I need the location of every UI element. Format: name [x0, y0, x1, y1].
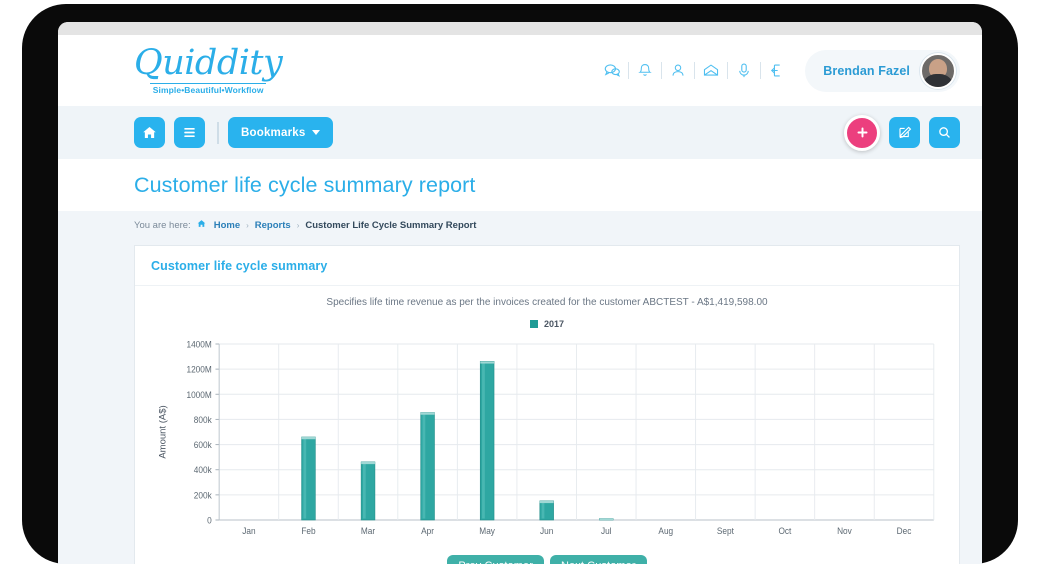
svg-text:May: May	[479, 526, 495, 536]
app-header: Quiddity Simple•Beautiful•Workflow Brend…	[58, 35, 982, 106]
bar-chart: 0 200k 400k 600k 800k 1000M 1200M 1400M Jan Feb Ma…	[151, 336, 943, 546]
microphone-icon[interactable]	[728, 58, 760, 84]
page-title: Customer life cycle summary report	[134, 173, 476, 197]
svg-text:1200M: 1200M	[186, 364, 211, 374]
svg-text:400k: 400k	[194, 465, 213, 475]
bell-icon[interactable]	[629, 58, 661, 84]
browser-screen: Quiddity Simple•Beautiful•Workflow Brend…	[58, 22, 982, 564]
breadcrumb-item-current: Customer Life Cycle Summary Report	[305, 219, 477, 231]
breadcrumb: You are here: Home › Reports › Customer …	[58, 211, 982, 239]
svg-text:Dec: Dec	[897, 526, 912, 536]
toolbar-right	[844, 114, 960, 151]
avatar	[920, 52, 956, 89]
logo-tagline: Simple•Beautiful•Workflow	[152, 85, 264, 95]
content-area: Customer life cycle summary Specifies li…	[58, 239, 982, 564]
avatar-body	[922, 73, 954, 87]
legend-swatch-2017	[529, 320, 538, 328]
breadcrumb-prefix: You are here:	[134, 219, 191, 231]
user-icon[interactable]	[662, 58, 694, 84]
logout-icon[interactable]	[761, 58, 793, 84]
panel-title: Customer life cycle summary	[151, 259, 328, 273]
chart-footer: Prev Customer Next Customer	[151, 555, 943, 564]
bar-chart-canvas: 0 200k 400k 600k 800k 1000M 1200M 1400M Jan Feb Ma…	[158, 339, 935, 536]
breadcrumb-item-reports[interactable]: Reports	[255, 220, 291, 231]
svg-text:1000M: 1000M	[186, 389, 211, 399]
svg-text:200k: 200k	[194, 490, 213, 500]
search-button[interactable]	[929, 117, 960, 148]
user-name-label: Brendan Fazel	[823, 63, 910, 78]
svg-text:Sept: Sept	[717, 526, 735, 536]
chart-subtitle: Specifies life time revenue as per the i…	[326, 297, 768, 308]
panel-header: Customer life cycle summary	[135, 246, 959, 286]
svg-text:Jun: Jun	[540, 526, 554, 536]
svg-text:Jul: Jul	[601, 526, 612, 536]
bookmarks-dropdown[interactable]: Bookmarks	[228, 117, 334, 148]
next-customer-button[interactable]: Next Customer	[550, 555, 647, 564]
chevron-down-icon	[312, 130, 321, 135]
brand-logo[interactable]: Quiddity Simple•Beautiful•Workflow	[134, 43, 283, 96]
report-panel: Customer life cycle summary Specifies li…	[134, 245, 960, 564]
logo-underline	[150, 83, 267, 84]
breadcrumb-item-home[interactable]: Home	[214, 220, 240, 231]
prev-customer-button[interactable]: Prev Customer	[447, 555, 544, 564]
svg-text:Nov: Nov	[837, 526, 852, 536]
toolbar: Bookmarks	[58, 106, 982, 159]
svg-text:Amount (A$): Amount (A$)	[158, 405, 168, 458]
panel-body: Specifies life time revenue as per the i…	[135, 286, 959, 564]
svg-text:600k: 600k	[194, 440, 213, 450]
svg-text:Aug: Aug	[658, 526, 673, 536]
svg-text:0: 0	[207, 515, 212, 525]
svg-text:Mar: Mar	[361, 526, 375, 536]
svg-text:Feb: Feb	[301, 526, 315, 536]
chart-legend: 2017	[151, 319, 943, 329]
home-button[interactable]	[134, 117, 165, 148]
header-icon-bar	[596, 58, 793, 84]
svg-text:1400M: 1400M	[186, 339, 211, 349]
home-icon	[197, 219, 206, 231]
menu-button[interactable]	[174, 117, 205, 148]
toolbar-divider	[217, 121, 219, 144]
svg-text:Oct: Oct	[778, 526, 791, 536]
envelope-icon[interactable]	[695, 58, 727, 84]
legend-label-2017: 2017	[543, 319, 565, 329]
user-menu[interactable]: Brendan Fazel	[805, 49, 960, 92]
header-right-cluster: Brendan Fazel	[596, 49, 960, 92]
edit-button[interactable]	[889, 117, 920, 148]
page-title-bar: Customer life cycle summary report	[58, 159, 982, 211]
breadcrumb-separator: ›	[246, 220, 249, 230]
bookmarks-label: Bookmarks	[241, 126, 306, 139]
toolbar-left: Bookmarks	[134, 117, 334, 148]
logo-wordmark: Quiddity	[134, 43, 283, 83]
breadcrumb-separator: ›	[296, 220, 300, 230]
svg-text:800k: 800k	[194, 415, 213, 425]
svg-text:Jan: Jan	[242, 526, 256, 536]
chat-icon[interactable]	[596, 58, 628, 84]
browser-chrome-strip	[58, 22, 982, 35]
svg-text:Apr: Apr	[421, 526, 434, 536]
add-button[interactable]	[844, 114, 880, 151]
